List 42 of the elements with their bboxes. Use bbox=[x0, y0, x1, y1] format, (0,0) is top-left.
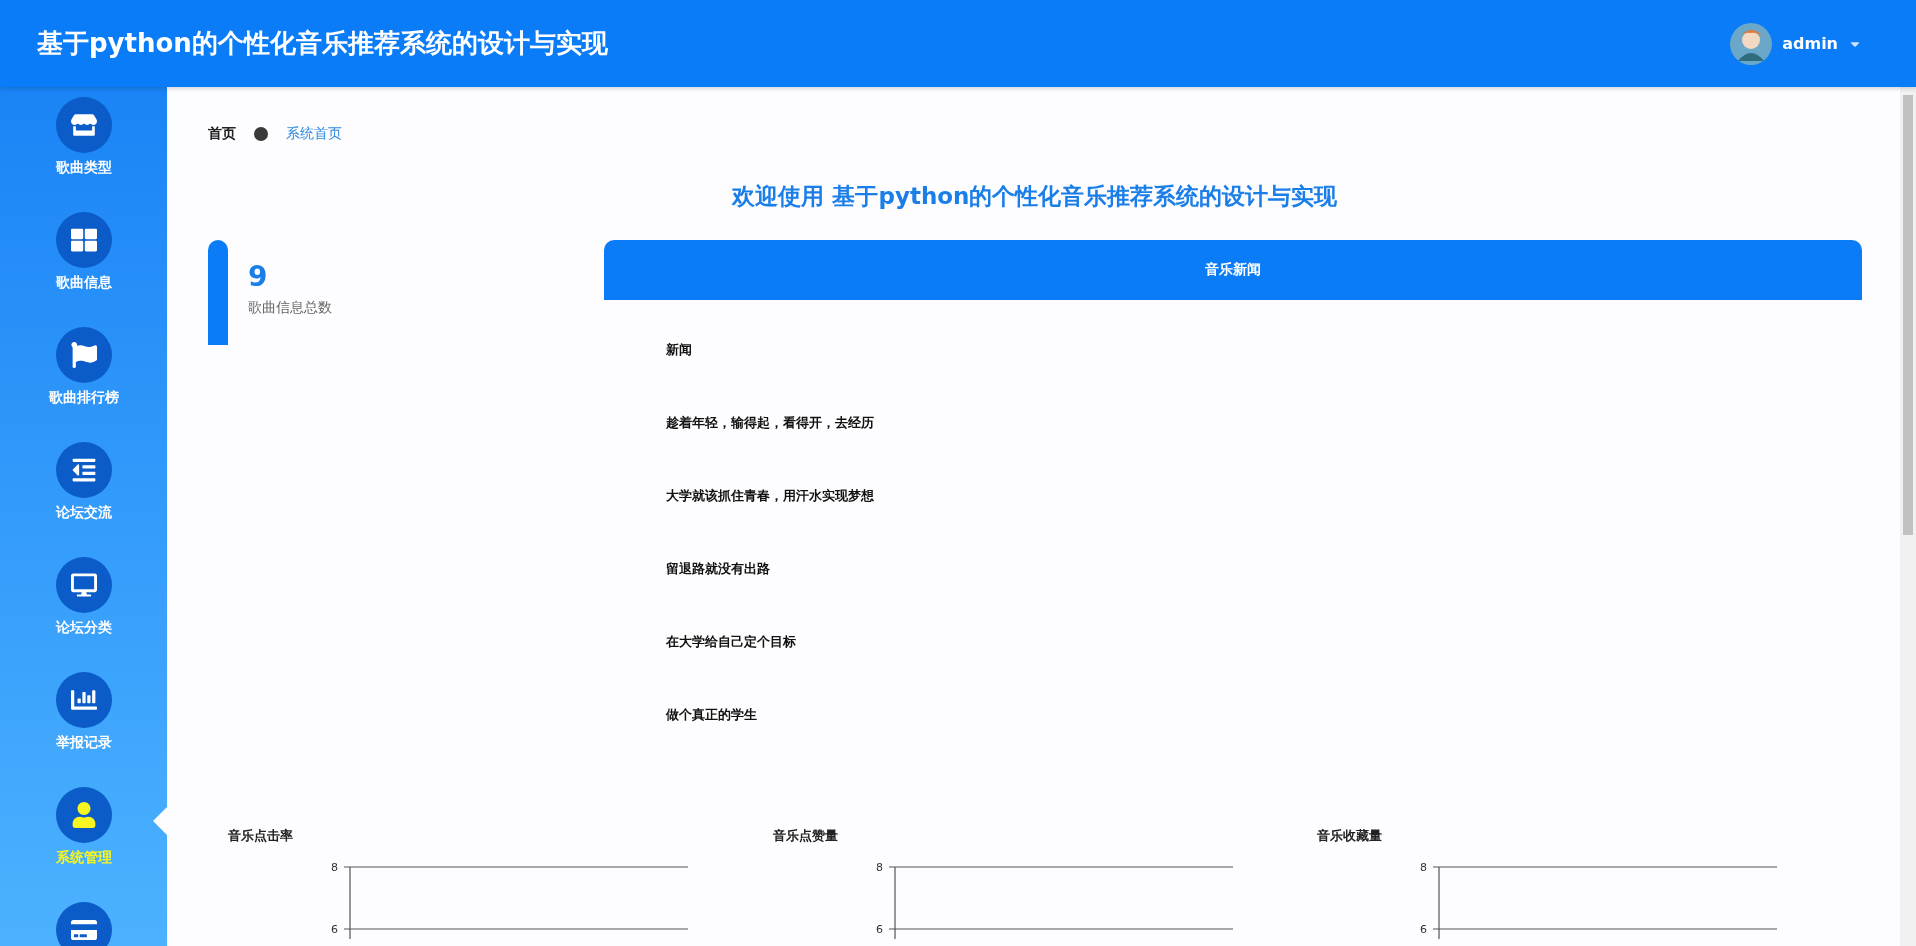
chart-title: 音乐收藏量 bbox=[1317, 827, 1384, 845]
app-title: 基于python的个性化音乐推荐系统的设计与实现 bbox=[37, 27, 608, 60]
sidebar-item[interactable]: 歌曲类型 bbox=[0, 97, 167, 212]
scrollbar[interactable] bbox=[1900, 87, 1916, 946]
breadcrumb-home[interactable]: 首页 bbox=[208, 125, 236, 143]
news-item[interactable]: 留退路就没有出路 bbox=[666, 560, 1862, 578]
news-item[interactable]: 新闻 bbox=[666, 341, 1862, 359]
user-icon bbox=[70, 802, 97, 828]
news-item[interactable]: 做个真正的学生 bbox=[666, 706, 1862, 724]
tick-label: 6 bbox=[1420, 923, 1428, 936]
welcome-title: 欢迎使用 基于python的个性化音乐推荐系统的设计与实现 bbox=[730, 182, 1339, 211]
user-name[interactable]: admin bbox=[1782, 34, 1838, 53]
separator-dot bbox=[254, 127, 268, 141]
sidebar-item[interactable]: 论坛分类 bbox=[0, 557, 167, 672]
sidebar-item[interactable]: 论坛交流 bbox=[0, 442, 167, 557]
shop-icon bbox=[70, 112, 97, 138]
tick-label: 8 bbox=[1420, 861, 1428, 874]
tick-label: 8 bbox=[331, 861, 338, 874]
sidebar-item[interactable]: 举报记录 bbox=[0, 672, 167, 787]
breadcrumb-current[interactable]: 系统首页 bbox=[286, 125, 342, 143]
bar-chart-icon bbox=[70, 687, 97, 713]
tick-label: 6 bbox=[331, 923, 338, 936]
sidebar-item[interactable]: 歌曲排行榜 bbox=[0, 327, 167, 442]
news-item[interactable]: 大学就该抓住青春，用汗水实现梦想 bbox=[666, 487, 1862, 505]
sidebar-item[interactable]: 歌曲信息 bbox=[0, 212, 167, 327]
sidebar-item[interactable]: 系统管理 bbox=[0, 787, 167, 902]
outdent-icon bbox=[70, 457, 97, 483]
avatar[interactable] bbox=[1730, 22, 1773, 65]
tick-label: 6 bbox=[875, 923, 883, 936]
grid-icon bbox=[70, 227, 97, 253]
tick-label: 8 bbox=[875, 861, 883, 874]
selection-notch bbox=[153, 807, 167, 835]
stat-label: 歌曲信息总数 bbox=[248, 299, 332, 317]
flag-icon bbox=[70, 342, 97, 368]
chart-title: 音乐点赞量 bbox=[772, 827, 839, 845]
monitor-icon bbox=[70, 572, 97, 598]
news-item[interactable]: 趁着年轻，输得起，看得开，去经历 bbox=[666, 414, 1862, 432]
news-header: 音乐新闻 bbox=[604, 240, 1862, 300]
card-icon bbox=[70, 917, 97, 943]
chart-title: 音乐点击率 bbox=[228, 827, 294, 845]
stat-value: 9 bbox=[248, 260, 269, 293]
news-item[interactable]: 在大学给自己定个目标 bbox=[666, 633, 1862, 651]
